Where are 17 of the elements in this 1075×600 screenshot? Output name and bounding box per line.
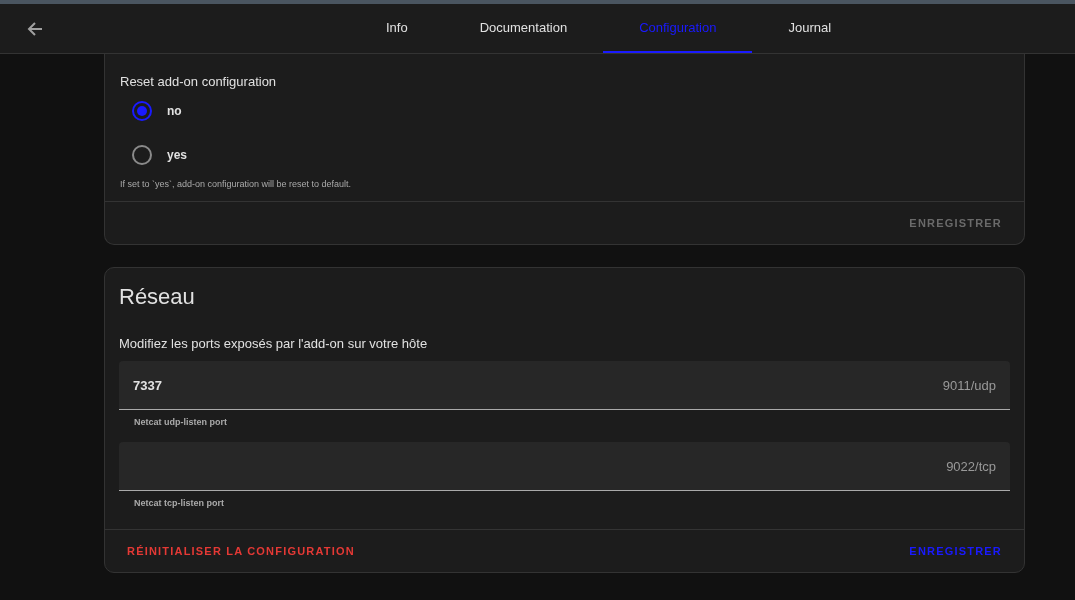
option-label: no [167,104,182,118]
helper-text: Netcat tcp-listen port [133,497,225,510]
tab[interactable]: Documentation [443,4,604,53]
back-arrow-icon[interactable] [26,20,44,38]
field-label: Reset add-on configuration [120,74,278,89]
reset-button[interactable]: RÉINITIALISER LA CONFIGURATION [117,539,365,563]
helper-text: If set to `yes`, add-on configuration will be reset to default. [120,179,353,189]
option-label: yes [167,148,188,162]
radio-button[interactable] [132,145,152,165]
card-description: Modifiez les ports exposés par l'add-on sur votre hôte [119,336,429,351]
tab[interactable]: Info [350,4,444,53]
radio-button[interactable] [132,101,152,121]
tab[interactable]: Journal [752,4,868,53]
port-input-field[interactable]: 7337 9011/udp [119,361,1010,410]
card-title: Réseau [119,284,196,310]
helper-text: Netcat udp-listen port [133,416,228,429]
port-input-field[interactable]: 9022/tcp [119,442,1010,491]
